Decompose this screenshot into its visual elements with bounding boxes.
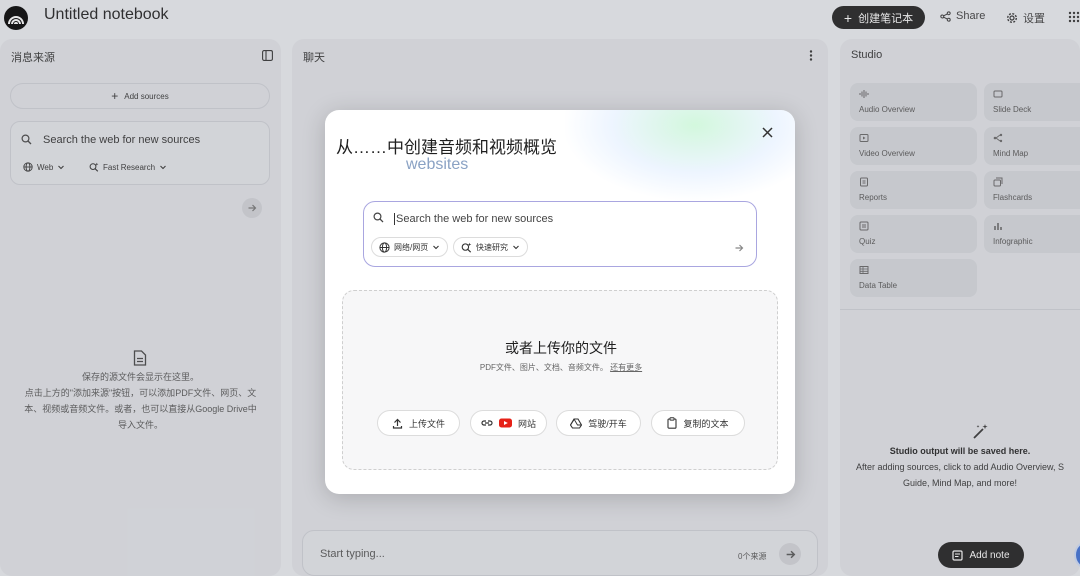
link-icon	[481, 420, 493, 426]
dialog-subtitle: websites	[406, 156, 469, 173]
close-icon[interactable]	[762, 127, 773, 138]
upload-file-label: 上传文件	[408, 418, 445, 429]
research-icon	[461, 242, 472, 253]
more-types-link[interactable]: 还有更多	[610, 363, 642, 372]
upload-title: 或者上传你的文件	[505, 340, 617, 356]
upload-types: PDF文件、图片、文档、音频文件。	[479, 363, 608, 372]
search-icon	[373, 212, 384, 223]
upload-subtitle: PDF文件、图片、文档、音频文件。 还有更多	[343, 362, 779, 373]
dialog-glow	[565, 110, 795, 200]
dialog-title: 从……中创建音频和视频概览	[336, 138, 557, 157]
upload-file-button[interactable]: 上传文件	[377, 410, 460, 436]
website-button[interactable]: 网站	[470, 410, 547, 436]
google-drive-icon	[570, 417, 583, 429]
drive-button[interactable]: 驾驶/开车	[556, 410, 641, 436]
dialog-search-placeholder: Search the web for new sources	[394, 213, 554, 225]
drive-label: 驾驶/开车	[588, 418, 627, 429]
clipboard-icon	[667, 417, 678, 429]
dialog-search-box[interactable]: Search the web for new sources 网络/网页 快速研…	[363, 201, 757, 267]
chevron-down-icon	[513, 245, 519, 250]
upload-drop-zone[interactable]: 或者上传你的文件 PDF文件、图片、文档、音频文件。 还有更多 上传文件 网站 …	[342, 290, 778, 470]
dialog-search-submit[interactable]	[729, 238, 749, 258]
dialog-research-chip-label: 快速研究	[476, 242, 508, 252]
dialog-web-chip-label: 网络/网页	[394, 242, 429, 252]
create-overview-dialog: 从……中创建音频和视频概览 websites Search the web fo…	[325, 110, 795, 494]
copied-text-label: 复制的文本	[683, 418, 729, 429]
dialog-web-chip[interactable]: 网络/网页	[371, 237, 449, 257]
youtube-icon	[498, 418, 512, 428]
copied-text-button[interactable]: 复制的文本	[651, 410, 745, 436]
upload-icon	[392, 418, 403, 429]
chevron-down-icon	[433, 245, 440, 250]
arrow-right-icon	[735, 244, 744, 252]
website-label: 网站	[517, 418, 536, 429]
globe-icon	[379, 241, 390, 253]
dialog-research-chip[interactable]: 快速研究	[453, 237, 528, 257]
